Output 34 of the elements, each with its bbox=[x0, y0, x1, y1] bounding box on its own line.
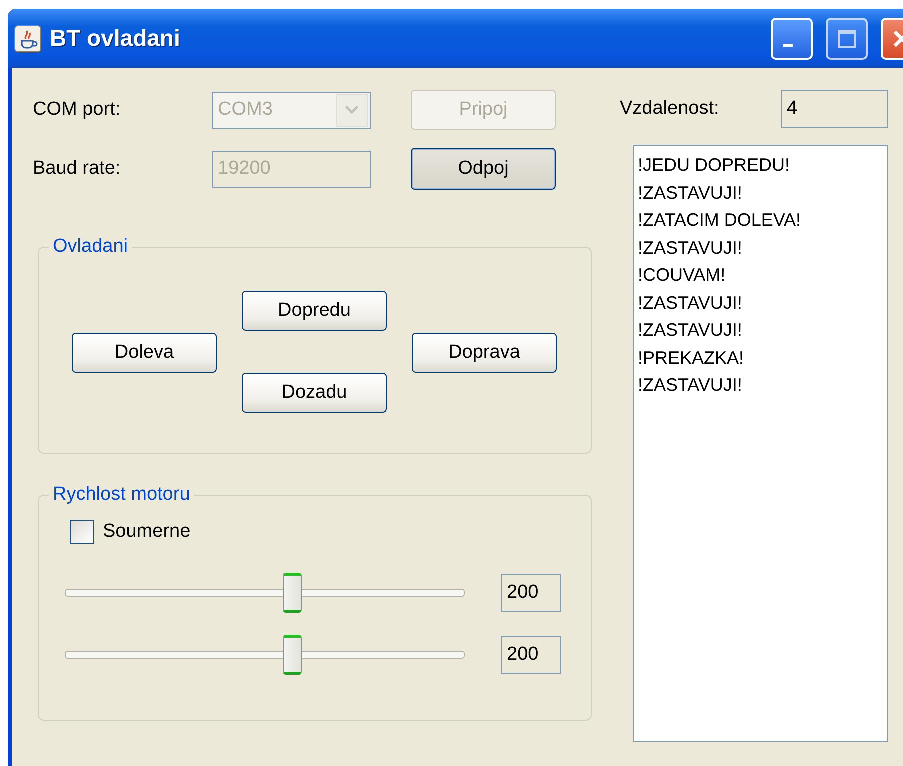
log-line: !ZASTAVUJI! bbox=[638, 292, 744, 314]
speed-slider[interactable] bbox=[65, 573, 465, 613]
speed-value-field[interactable]: 200 bbox=[501, 574, 561, 612]
disconnect-button[interactable]: Odpoj bbox=[411, 148, 556, 190]
distance-field: 4 bbox=[781, 90, 888, 128]
slider-thumb[interactable] bbox=[283, 635, 302, 675]
group-title: Rychlost motoru bbox=[52, 484, 192, 506]
cup-icon bbox=[14, 24, 42, 52]
symmetric-checkbox[interactable] bbox=[70, 520, 94, 544]
direction-button[interactable]: Doleva bbox=[72, 333, 217, 373]
log-line: !ZASTAVUJI! bbox=[638, 319, 744, 342]
log-line: !ZATACIM DOLEVA! bbox=[638, 209, 802, 232]
minimize-icon bbox=[783, 44, 793, 47]
log-line: !PREKAZKA! bbox=[638, 346, 746, 370]
direction-button[interactable]: Dopredu bbox=[242, 291, 387, 331]
slider-thumb[interactable] bbox=[283, 573, 302, 613]
log-line: !ZASTAVUJI! bbox=[638, 182, 744, 204]
log-line: !JEDU DOPREDU! bbox=[638, 154, 792, 177]
checkbox-label: Soumerne bbox=[103, 521, 191, 543]
log-line: !COUVAM! bbox=[638, 264, 727, 287]
maximize-icon bbox=[837, 28, 857, 48]
group-title: Ovladani bbox=[52, 236, 129, 258]
direction-button[interactable]: Dozadu bbox=[242, 373, 387, 413]
log-line: !ZASTAVUJI! bbox=[638, 236, 744, 260]
field-label: Baud rate: bbox=[33, 158, 122, 180]
window-title: BT ovladani bbox=[50, 25, 182, 52]
speed-slider[interactable] bbox=[65, 635, 465, 675]
log-line: !ZASTAVUJI! bbox=[638, 374, 744, 397]
direction-button[interactable]: Doprava bbox=[412, 333, 557, 373]
field-label: Vzdalenost: bbox=[620, 98, 720, 120]
minimize-button[interactable] bbox=[771, 18, 813, 60]
maximize-button[interactable] bbox=[826, 18, 868, 60]
speed-value-field[interactable]: 200 bbox=[501, 636, 561, 674]
field-label: COM port: bbox=[33, 99, 122, 121]
